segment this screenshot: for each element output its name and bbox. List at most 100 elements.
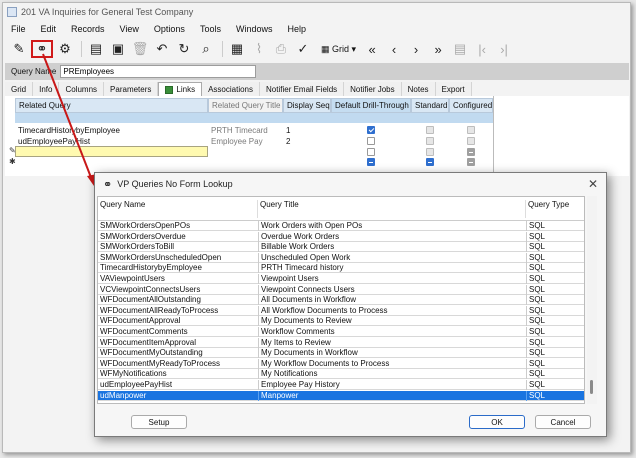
list-item[interactable]: SMWorkOrdersToBill Billable Work Orders SQ… xyxy=(98,242,584,253)
query-name-cell: SMWorkOrdersUnscheduledOpen xyxy=(100,252,222,262)
menu-tools[interactable]: Tools xyxy=(192,24,228,34)
header-query-type[interactable]: Query Type xyxy=(526,200,584,218)
new-related-query-input[interactable] xyxy=(15,146,208,157)
spellcheck-icon[interactable]: ✓ xyxy=(293,40,313,58)
query-type-cell: SQL xyxy=(526,221,584,231)
menu-view[interactable]: View xyxy=(112,24,146,34)
query-type-cell: SQL xyxy=(526,274,584,284)
save-icon[interactable]: ▣ xyxy=(108,40,128,58)
cancel-button[interactable]: Cancel xyxy=(535,415,591,429)
standard-checkbox xyxy=(426,158,434,166)
query-name-input[interactable] xyxy=(60,65,257,78)
grid-view-icon[interactable]: ▦ xyxy=(227,40,247,58)
configured-checkbox xyxy=(467,137,475,145)
tab-columns[interactable]: Columns xyxy=(59,82,105,96)
query-title-cell: Work Orders with Open POs xyxy=(258,221,523,231)
edit-icon[interactable]: ✎ xyxy=(9,40,29,58)
list-item[interactable]: WFDocumentMyOutstanding My Documents in W… xyxy=(98,348,584,359)
list-scrollbar[interactable] xyxy=(587,196,597,404)
menu-records[interactable]: Records xyxy=(63,24,112,34)
query-name-bar: Query Name xyxy=(5,63,629,80)
header-related-query-title[interactable]: Related Query Title xyxy=(208,98,283,113)
list-item[interactable]: WFDocumentAllOutstanding All Documents in… xyxy=(98,295,584,306)
header-default-drill-through[interactable]: Default Drill-Through xyxy=(331,98,411,113)
list-item[interactable]: WFDocumentItemApproval My Items to Review… xyxy=(98,337,584,348)
header-query-title[interactable]: Query Title xyxy=(258,200,526,218)
list-item[interactable]: WFDocumentComments Workflow Comments SQL xyxy=(98,327,584,337)
list-item[interactable]: SMWorkOrdersUnscheduledOpen Unscheduled O… xyxy=(98,252,584,263)
right-pane xyxy=(493,96,629,176)
list-item[interactable]: VAViewpointUsers Viewpoint Users SQL xyxy=(98,274,584,284)
query-type-cell: SQL xyxy=(526,327,584,337)
tab-associations[interactable]: Associations xyxy=(202,82,261,96)
header-configured[interactable]: Configured xyxy=(449,98,493,113)
header-standard[interactable]: Standard xyxy=(411,98,449,113)
tab-notifier-email-fields[interactable]: Notifier Email Fields xyxy=(260,82,345,96)
list-item[interactable]: SMWorkOrdersOpenPOs Work Orders with Open… xyxy=(98,221,584,231)
menu-edit[interactable]: Edit xyxy=(33,24,64,34)
tab-notes[interactable]: Notes xyxy=(401,82,436,96)
menu-windows[interactable]: Windows xyxy=(228,24,280,34)
list-item[interactable]: WFDocumentAllReadyToProcess All Workflow … xyxy=(98,305,584,316)
list-item[interactable]: WFDocumentApproval My Documents to Review… xyxy=(98,316,584,327)
header-display-seq[interactable]: Display Seq xyxy=(283,98,331,113)
related-query-cell[interactable]: TimecardHistorybyEmployee xyxy=(15,125,208,136)
query-title-cell: All Workflow Documents to Process xyxy=(258,305,523,316)
refresh-icon[interactable]: ↻ xyxy=(174,40,194,58)
drill-through-checkbox[interactable] xyxy=(367,137,375,145)
grid-dropdown[interactable]: ▦ Grid ▾ xyxy=(321,44,356,55)
list-item[interactable]: SMWorkOrdersOverdue Overdue Work Orders SQ… xyxy=(98,231,584,242)
query-title-cell: Viewpoint Users xyxy=(258,274,523,284)
new-document-icon[interactable]: ▤ xyxy=(86,40,106,58)
query-name-cell: WFDocumentItemApproval xyxy=(100,337,197,347)
list-item[interactable]: WFDocumentMyReadyToProcess My Workflow Do… xyxy=(98,358,584,369)
header-related-query[interactable]: Related Query xyxy=(15,98,208,113)
drill-through-checkbox[interactable] xyxy=(367,148,375,156)
query-title-cell: All Documents in Workflow xyxy=(258,295,523,306)
filter-row xyxy=(15,113,493,123)
list-item[interactable]: VCViewpointConnectsUsers Viewpoint Connec… xyxy=(98,284,584,295)
previous-record-icon[interactable]: ‹ xyxy=(384,40,404,58)
scroll-thumb[interactable] xyxy=(590,380,593,394)
search-icon[interactable]: ⌕ xyxy=(196,40,216,58)
tab-grid[interactable]: Grid xyxy=(5,82,34,96)
first-record-icon[interactable]: « xyxy=(362,40,382,58)
menu-options[interactable]: Options xyxy=(146,24,192,34)
ok-button[interactable]: OK xyxy=(469,415,525,429)
dialog-title-bar: ⚭ VP Queries No Form Lookup xyxy=(95,173,606,195)
list-item[interactable]: WFMyNotifications My Notifications SQL xyxy=(98,369,584,380)
drill-through-checkbox[interactable] xyxy=(367,126,375,134)
close-icon[interactable]: ✕ xyxy=(588,177,598,191)
delete-trash-icon[interactable]: 🗑 xyxy=(130,40,150,58)
last-record-icon[interactable]: » xyxy=(428,40,448,58)
setup-button[interactable]: Setup xyxy=(131,415,187,429)
menu-help[interactable]: Help xyxy=(279,24,313,34)
display-seq-cell[interactable]: 2 xyxy=(283,136,331,147)
tab-notifier-jobs[interactable]: Notifier Jobs xyxy=(344,82,402,96)
print-icon[interactable]: ⎙ xyxy=(271,40,291,58)
query-name-cell: WFDocumentComments xyxy=(100,327,188,336)
drill-through-checkbox[interactable] xyxy=(367,158,375,166)
tab-parameters[interactable]: Parameters xyxy=(104,82,159,96)
list-item[interactable]: TimecardHistorybyEmployee PRTH Timecard h… xyxy=(98,263,584,274)
header-query-name[interactable]: Query Name xyxy=(98,200,258,218)
tab-links[interactable]: Links xyxy=(158,82,203,96)
lookup-binoculars-icon[interactable]: ⚭ xyxy=(31,40,53,58)
last-page-icon[interactable]: ›| xyxy=(494,40,514,58)
next-record-icon[interactable]: › xyxy=(406,40,426,58)
query-name-cell: WFDocumentAllReadyToProcess xyxy=(100,305,219,315)
attachment-icon[interactable]: ⌇ xyxy=(249,40,269,58)
display-seq-cell[interactable]: 1 xyxy=(283,125,331,136)
query-name-cell: WFMyNotifications xyxy=(100,369,167,379)
layout-dropdown-icon[interactable]: ▤ xyxy=(450,40,470,58)
tab-export[interactable]: Export xyxy=(435,82,472,96)
undo-icon[interactable]: ↶ xyxy=(152,40,172,58)
settings-gear-icon[interactable]: ⚙ xyxy=(55,40,75,58)
toolbar: ✎ ⚭ ⚙ ▤ ▣ 🗑 ↶ ↻ ⌕ ▦ ⌇ ⎙ ✓ ▦ Grid ▾ « ‹ ›… xyxy=(3,38,630,60)
toolbar-separator xyxy=(81,41,82,57)
list-item[interactable]: udManpower Manpower SQL xyxy=(98,390,584,401)
tab-info[interactable]: Info xyxy=(33,82,60,96)
menu-file[interactable]: File xyxy=(3,24,33,34)
first-page-icon[interactable]: |‹ xyxy=(472,40,492,58)
list-item[interactable]: udEmployeePayHist Employee Pay History SQL xyxy=(98,380,584,390)
